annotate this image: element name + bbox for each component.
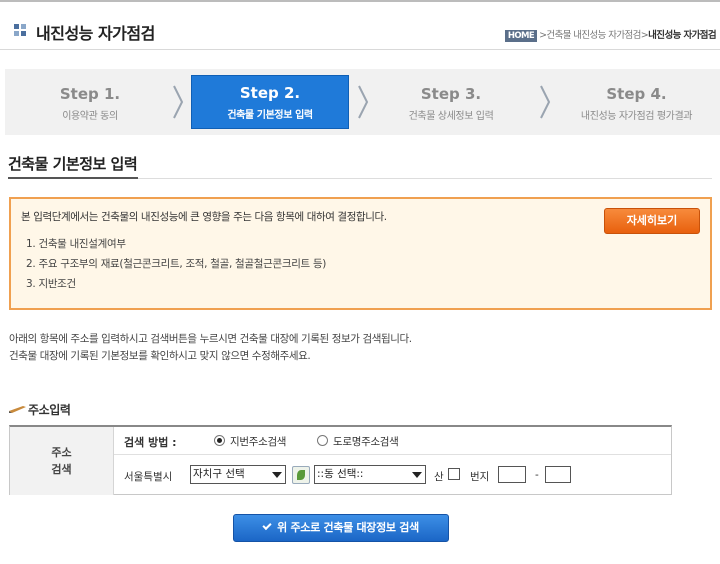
breadcrumb-middle[interactable]: >건축물 내진성능 자가점검> <box>539 30 649 41</box>
address-input-row: 서울특별시 자치구 선택 ::동 선택:: 산 번지 - <box>114 455 671 495</box>
bunji-label: 번지 <box>470 471 490 483</box>
bunji-sub-input[interactable] <box>545 466 571 483</box>
step-progress: Step 1. 이용약관 동의 Step 2. 건축물 기본정보 입력 Step… <box>5 69 720 135</box>
chevron-right-icon <box>358 85 369 119</box>
grid-icon <box>14 24 26 36</box>
san-checkbox[interactable] <box>448 468 460 480</box>
label-line: 검색 <box>51 463 72 476</box>
detail-button[interactable]: 자세히보기 <box>604 208 700 234</box>
check-icon <box>262 520 272 531</box>
radio-jibun[interactable] <box>214 435 225 446</box>
notice-list: 1. 건축물 내진설계여부 2. 주요 구조부의 재료(철근콘크리트, 조적, … <box>26 236 326 296</box>
label-line: 주소 <box>51 446 72 459</box>
search-button-label: 위 주소로 건축물 대장정보 검색 <box>277 521 419 534</box>
radio-jibun-label[interactable]: 지번주소검색 <box>230 434 286 449</box>
step-number: Step 3. <box>420 85 482 103</box>
bunji-main-input[interactable] <box>498 466 526 483</box>
list-item: 1. 건축물 내진설계여부 <box>26 238 126 250</box>
district-select[interactable]: 자치구 선택 <box>190 465 286 484</box>
leaf-icon[interactable] <box>292 466 310 484</box>
dong-select[interactable]: ::동 선택:: <box>314 465 426 484</box>
notice-intro: 본 입력단계에서는 건축물의 내진성능에 큰 영향을 주는 다음 항목에 대하여… <box>21 211 387 223</box>
description: 아래의 항목에 주소를 입력하시고 검색버튼을 누르시면 건축물 대장에 기록된… <box>9 331 412 365</box>
step-1: Step 1. 이용약관 동의 <box>5 69 175 135</box>
step-number: Step 2. <box>239 84 301 102</box>
search-button[interactable]: 위 주소로 건축물 대장정보 검색 <box>233 514 449 542</box>
city-label: 서울특별시 <box>124 471 173 483</box>
dong-select-value: ::동 선택:: <box>317 468 364 480</box>
chevron-down-icon <box>412 472 422 478</box>
radio-road-label[interactable]: 도로명주소검색 <box>333 434 399 449</box>
address-title: 주소입력 <box>28 403 71 417</box>
list-item: 3. 지반조건 <box>26 278 76 290</box>
section-underline <box>8 177 138 179</box>
step-4: Step 4. 내진성능 자가점검 평가결과 <box>553 69 720 135</box>
bunji-dash: - <box>535 469 539 481</box>
step-number: Step 4. <box>606 85 667 103</box>
notice-box: 본 입력단계에서는 건축물의 내진성능에 큰 영향을 주는 다음 항목에 대하여… <box>9 197 712 310</box>
page-title: 내진성능 자가점검 <box>36 24 155 43</box>
step-label: 내진성능 자가점검 평가결과 <box>580 111 693 122</box>
breadcrumb-current: 내진성능 자가점검 <box>648 30 716 41</box>
step-label: 건축물 상세정보 입력 <box>408 111 494 122</box>
pencil-icon <box>9 406 26 413</box>
chevron-down-icon <box>272 472 282 478</box>
breadcrumb-home[interactable]: HOME <box>504 30 538 42</box>
step-2: Step 2. 건축물 기본정보 입력 <box>191 75 349 129</box>
page-header: 내진성능 자가점검 HOME >건축물 내진성능 자가점검>내진성능 자가점검 <box>0 2 720 50</box>
san-label: 산 <box>434 471 444 483</box>
step-label: 이용약관 동의 <box>62 111 118 122</box>
step-3: Step 3. 건축물 상세정보 입력 <box>371 69 531 135</box>
chevron-right-icon <box>173 85 184 119</box>
list-item: 2. 주요 구조부의 재료(철근콘크리트, 조적, 철골, 철골철근콘크리트 등… <box>26 258 327 270</box>
breadcrumb: HOME >건축물 내진성능 자가점검>내진성능 자가점검 <box>504 27 717 42</box>
chevron-right-icon <box>540 85 551 119</box>
step-number: Step 1. <box>59 85 121 103</box>
radio-road[interactable] <box>317 435 328 446</box>
description-line: 건축물 대장에 기록된 기본정보를 확인하시고 맞지 않으면 수정해주세요. <box>9 350 311 362</box>
search-method-label: 검색 방법 : <box>124 436 177 449</box>
description-line: 아래의 항목에 주소를 입력하시고 검색버튼을 누르시면 건축물 대장에 기록된… <box>9 333 412 345</box>
section-title: 건축물 기본정보 입력 <box>8 155 138 173</box>
address-search-label: 주소 검색 <box>10 427 114 495</box>
step-label: 건축물 기본정보 입력 <box>227 110 313 121</box>
search-method-row: 검색 방법 : 지번주소검색 도로명주소검색 <box>114 427 671 455</box>
section-divider <box>138 178 712 179</box>
address-form: 주소 검색 검색 방법 : 지번주소검색 도로명주소검색 서울특별시 자치구 선… <box>9 425 672 495</box>
district-select-value: 자치구 선택 <box>193 468 245 480</box>
